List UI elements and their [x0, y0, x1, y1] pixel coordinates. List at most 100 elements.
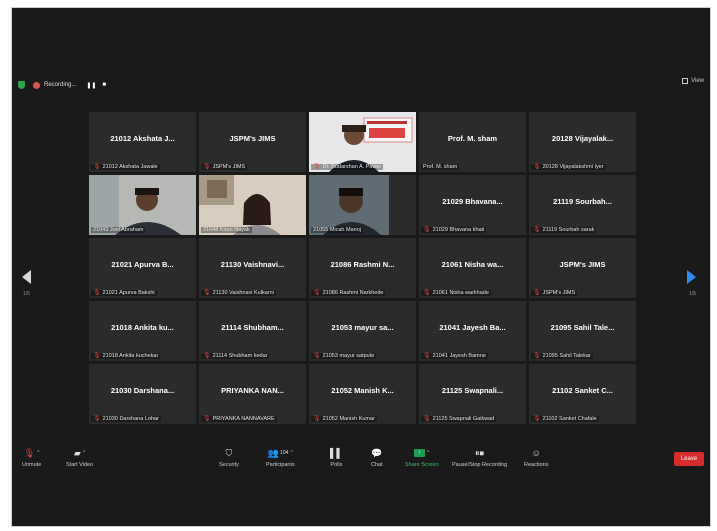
participant-display-name: 21012 Akshata J...	[110, 134, 175, 143]
participant-label-text: 21114 Shubham kedar	[212, 353, 268, 359]
microphone-muted-icon: 🎙	[313, 353, 321, 359]
participant-tile[interactable]: 21095 Sahil Tale... 🎙 21095 Sahil Talekar	[529, 301, 636, 361]
participant-tile[interactable]: 21029 Bhavana... 🎙 21029 Bhavana khati	[419, 175, 526, 235]
microphone-muted-icon: 🎙	[423, 290, 431, 296]
leave-button[interactable]: Leave	[674, 452, 704, 466]
participant-display-name: 21061 Nisha wa...	[441, 260, 504, 269]
share-screen-button[interactable]: ↑ ^ Share Screen	[405, 448, 439, 468]
participant-label-text: 21095 Sahil Talekar	[542, 353, 591, 359]
participant-tile[interactable]: 20128 Vijayalak... 🎙 20128 Vijayalakshmi I…	[529, 112, 636, 172]
shield-icon[interactable]	[18, 81, 25, 89]
participant-tile[interactable]: JSPM's JIMS 🎙 JSPM's JIMS	[529, 238, 636, 298]
pause-recording-button[interactable]: ❚❚	[86, 82, 96, 89]
participant-label-text: 21012 Akshata Jawale	[102, 164, 158, 170]
share-screen-icon: ↑	[414, 449, 426, 457]
recording-label: Recording...	[44, 82, 77, 88]
participants-button[interactable]: 👥 104 ^ Participants	[266, 448, 295, 469]
participant-tile[interactable]: 21041 Jayesh Ba... 🎙 21041 Jayesh Bamne	[419, 301, 526, 361]
start-video-button[interactable]: ▰ ^ Start Video	[66, 448, 93, 469]
participant-label-text: 20128 Vijayalakshmi Iyer	[542, 164, 604, 170]
security-button[interactable]: ⛉ Security	[219, 447, 239, 469]
participant-tile[interactable]: 21052 Manish K... 🎙 21052 Manish Kumar	[309, 364, 416, 424]
page-indicator-left: 1/5	[23, 291, 30, 297]
participant-name-label: 🎙 21041 Jayesh Bamne	[421, 353, 488, 359]
participant-tile[interactable]: JSPM's JIMS 🎙 JSPM's JIMS	[199, 112, 306, 172]
participant-tile[interactable]: 21018 Ankita ku... 🎙 21018 Ankita kuchekar	[89, 301, 196, 361]
view-label: View	[691, 78, 704, 84]
participant-label-text: 21021 Apurva Bakshi	[102, 290, 155, 296]
polls-button[interactable]: ▌▌ Polls	[330, 448, 343, 468]
unmute-label: Unmute	[22, 462, 42, 468]
participant-display-name: 21095 Sahil Tale...	[550, 323, 615, 332]
participant-tile[interactable]: 21061 Nisha wa... 🎙 21061 Nisha warkhade	[419, 238, 526, 298]
next-page-arrow-icon[interactable]	[687, 270, 696, 284]
participant-display-name: JSPM's JIMS	[229, 134, 276, 143]
participant-tile[interactable]: 21119 Sourbah... 🎙 21119 Sourbah sarak	[529, 175, 636, 235]
participant-name-label: 🎙 21029 Bhavana khati	[421, 227, 487, 233]
participant-name-label: 21055 Micah Manoj	[311, 227, 364, 233]
participant-tile[interactable]: 21125 Swapnali... 🎙 21125 Swapnali Gaikwad	[419, 364, 526, 424]
participant-tile[interactable]: Prof. M. sham Prof. M. sham	[419, 112, 526, 172]
participant-label-text: JSPM's JIMS	[212, 164, 246, 170]
participant-tile[interactable]: 21021 Apurva B... 🎙 21021 Apurva Bakshi	[89, 238, 196, 298]
participant-name-label: 🎙 JSPM's JIMS	[201, 164, 248, 170]
pause-stop-icon: ⏸⏹	[475, 447, 485, 458]
microphone-muted-icon: 🎙	[93, 164, 101, 170]
participant-name-label: 🎙 21053 mayur satpute	[311, 353, 377, 359]
participant-name-label: 🎙 20128 Vijayalakshmi Iyer	[531, 164, 606, 170]
participant-tile[interactable]: PRIYANKA NAN... 🎙 PRIYANKA NANNAVARE	[199, 364, 306, 424]
reactions-button[interactable]: ☺ Reactions	[524, 448, 548, 468]
participant-tile[interactable]: 21055 Micah Manoj	[309, 175, 416, 235]
participant-label-text: 21048 Kiran Nayak	[203, 227, 250, 233]
pause-stop-recording-label: Pause/Stop Recording	[452, 462, 508, 468]
participant-tile[interactable]: 21130 Vaishnavi... 🎙 21130 Vaishnavi Kulka…	[199, 238, 306, 298]
participant-tile[interactable]: 21048 Kiran Nayak	[199, 175, 306, 235]
participant-name-label: 🎙 21125 Swapnali Gaikwad	[421, 416, 497, 422]
participant-name-label: 🎙 Dr. Sudarshan A. Pawar	[311, 164, 384, 170]
share-screen-label: Share Screen	[405, 462, 439, 468]
microphone-muted-icon: 🎙	[203, 416, 211, 422]
pause-stop-recording-button[interactable]: ⏸⏹ Pause/Stop Recording	[452, 447, 508, 469]
participant-label-text: 21043 Joel Abraham	[93, 227, 144, 233]
polls-label: Polls	[330, 462, 343, 468]
microphone-muted-icon: 🎙	[533, 416, 541, 422]
participant-tile[interactable]: 21012 Akshata J... 🎙 21012 Akshata Jawale	[89, 112, 196, 172]
view-button[interactable]: View	[682, 78, 704, 84]
security-shield-icon: ⛉	[225, 447, 233, 458]
chat-icon: 💬	[371, 447, 383, 458]
chat-button[interactable]: 💬 Chat	[371, 447, 383, 469]
participant-name-label: 🎙 21102 Sanket Chafale	[531, 416, 599, 422]
stop-recording-button[interactable]: ■	[102, 82, 106, 88]
participant-gallery: 21012 Akshata J... 🎙 21012 Akshata Jawale J…	[89, 112, 636, 424]
participant-name-label: 🎙 PRIYANKA NANNAVARE	[201, 416, 277, 422]
participant-label-text: Prof. M. sham	[423, 164, 458, 170]
microphone-muted-icon: 🎙	[203, 353, 211, 359]
microphone-muted-icon: 🎙	[93, 353, 101, 359]
unmute-button[interactable]: 🎙 ^ Unmute	[22, 448, 42, 469]
participant-display-name: 21030 Darshana...	[110, 386, 175, 395]
joel-video-icon	[89, 175, 196, 235]
participant-name-label: 🎙 21095 Sahil Talekar	[531, 353, 593, 359]
participant-tile[interactable]: 21030 Darshana... 🎙 21030 Darshana Lohar	[89, 364, 196, 424]
participant-display-name: 21052 Manish K...	[331, 386, 394, 395]
microphone-muted-icon: 🎙	[533, 227, 541, 233]
participant-tile[interactable]: 21086 Rashmi N... 🎙 21086 Rashmi Narkhede	[309, 238, 416, 298]
participant-tile[interactable]: 21043 Joel Abraham	[89, 175, 196, 235]
microphone-muted-icon: 🎙	[93, 290, 101, 296]
microphone-muted-icon: 🎙	[93, 416, 101, 422]
microphone-muted-icon: 🎙	[313, 416, 321, 422]
microphone-muted-icon: 🎙	[423, 353, 431, 359]
meeting-topbar: Recording... ❚❚ ■ View	[18, 78, 704, 92]
participant-tile[interactable]: 21053 mayur sa... 🎙 21053 mayur satpute	[309, 301, 416, 361]
participant-tile[interactable]: 🎙 Dr. Sudarshan A. Pawar	[309, 112, 416, 172]
recording-icon	[33, 81, 40, 89]
prev-page-arrow-icon[interactable]	[22, 270, 31, 284]
chevron-up-icon: ^	[82, 450, 86, 456]
participant-tile[interactable]: 21102 Sanket C... 🎙 21102 Sanket Chafale	[529, 364, 636, 424]
participant-tile[interactable]: 21114 Shubham... 🎙 21114 Shubham kedar	[199, 301, 306, 361]
microphone-muted-icon: 🎙	[533, 290, 541, 296]
participant-display-name: 21053 mayur sa...	[331, 323, 394, 332]
participant-name-label: 🎙 21130 Vaishnavi Kulkarni	[201, 290, 276, 296]
zoom-meeting-window: Recording... ❚❚ ■ View 1/5 1/5 21012 Aks…	[11, 7, 711, 527]
microphone-muted-icon: 🎙	[313, 164, 321, 170]
